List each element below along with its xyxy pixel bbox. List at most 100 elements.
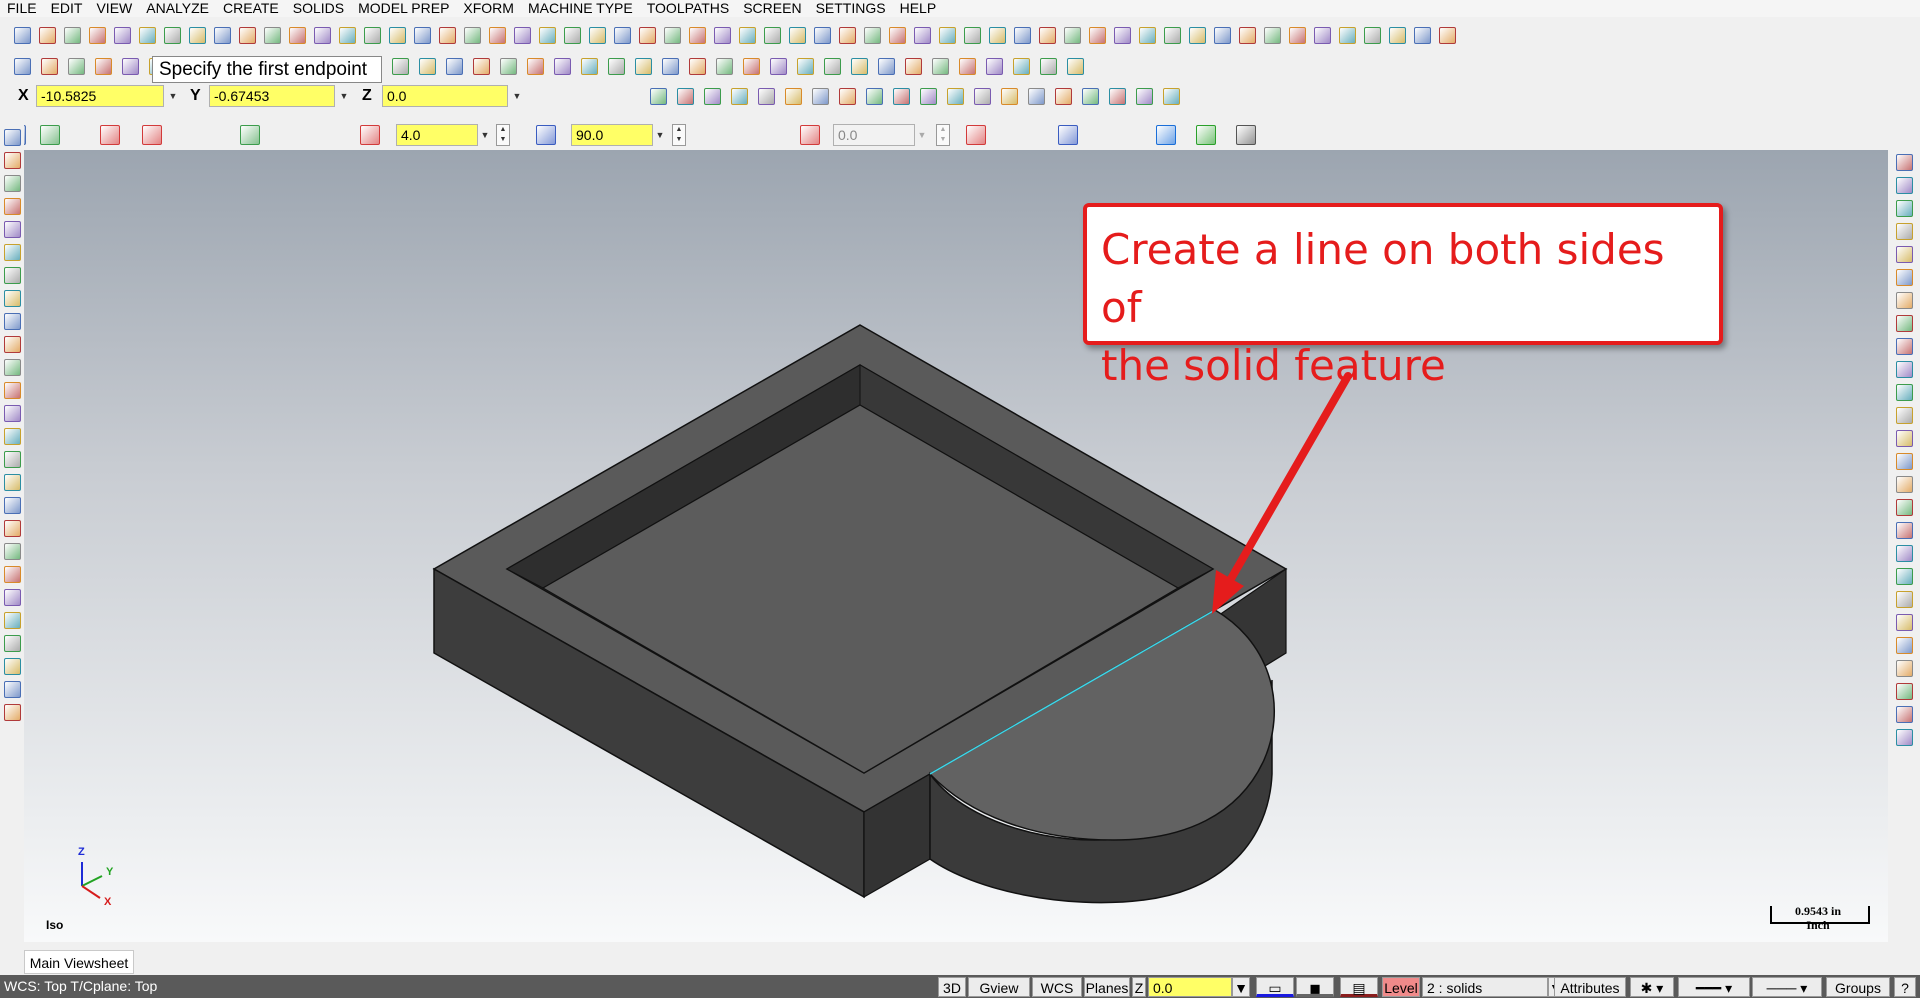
toolbar-tool-icon[interactable] bbox=[473, 58, 490, 75]
left-toolbar-icon[interactable] bbox=[4, 520, 21, 537]
menu-edit[interactable]: EDIT bbox=[44, 0, 90, 17]
toolbar-tool-icon[interactable] bbox=[122, 58, 139, 75]
ribbon-tool-icon[interactable] bbox=[40, 125, 60, 145]
toolbar-tool-icon[interactable] bbox=[716, 58, 733, 75]
length-dropdown-arrow[interactable]: ▼ bbox=[478, 124, 492, 146]
toolbar-tool-icon[interactable] bbox=[1014, 27, 1031, 44]
toolbar-tool-icon[interactable] bbox=[1089, 27, 1106, 44]
toolbar-tool-icon[interactable] bbox=[1189, 27, 1206, 44]
toolbar-tool-icon[interactable] bbox=[639, 27, 656, 44]
ribbon-tool-icon[interactable] bbox=[142, 125, 162, 145]
left-toolbar-icon[interactable] bbox=[4, 405, 21, 422]
toolbar-tool-icon[interactable] bbox=[414, 27, 431, 44]
toolbar-tool-icon[interactable] bbox=[239, 27, 256, 44]
3d-button[interactable]: 3D bbox=[938, 977, 966, 997]
toolbar-tool-icon[interactable] bbox=[812, 88, 829, 105]
right-toolbar-icon[interactable] bbox=[1896, 338, 1913, 355]
z-depth-input[interactable]: 0.0 bbox=[1148, 977, 1232, 997]
toolbar-tool-icon[interactable] bbox=[905, 58, 922, 75]
right-toolbar-icon[interactable] bbox=[1896, 407, 1913, 424]
left-toolbar-icon[interactable] bbox=[4, 566, 21, 583]
toolbar-tool-icon[interactable] bbox=[797, 58, 814, 75]
toolbar-tool-icon[interactable] bbox=[743, 58, 760, 75]
ribbon-tool-icon[interactable] bbox=[800, 125, 820, 145]
toolbar-tool-icon[interactable] bbox=[1139, 27, 1156, 44]
level-select[interactable]: 2 : solids bbox=[1422, 977, 1548, 997]
toolbar-tool-icon[interactable] bbox=[1109, 88, 1126, 105]
toolbar-tool-icon[interactable] bbox=[989, 27, 1006, 44]
toolbar-tool-icon[interactable] bbox=[608, 58, 625, 75]
angle-spinner[interactable]: ▲ ▼ bbox=[672, 124, 686, 146]
right-toolbar-icon[interactable] bbox=[1896, 315, 1913, 332]
color-swatch-button[interactable]: ▭ bbox=[1256, 977, 1294, 997]
toolbar-tool-icon[interactable] bbox=[866, 88, 883, 105]
left-toolbar-icon[interactable] bbox=[4, 704, 21, 721]
line-width-select[interactable]: ─── ▾ bbox=[1752, 977, 1822, 997]
toolbar-tool-icon[interactable] bbox=[1013, 58, 1030, 75]
toolbar-tool-icon[interactable] bbox=[964, 27, 981, 44]
toolbar-tool-icon[interactable] bbox=[589, 27, 606, 44]
right-toolbar-icon[interactable] bbox=[1896, 545, 1913, 562]
menu-model-prep[interactable]: MODEL PREP bbox=[351, 0, 456, 17]
toolbar-tool-icon[interactable] bbox=[64, 27, 81, 44]
viewsheet-tab[interactable]: Main Viewsheet bbox=[24, 950, 134, 974]
offset-spinner[interactable]: ▲ ▼ bbox=[936, 124, 950, 146]
left-toolbar-icon[interactable] bbox=[4, 497, 21, 514]
left-toolbar-icon[interactable] bbox=[4, 589, 21, 606]
y-dropdown-arrow[interactable]: ▼ bbox=[337, 85, 351, 107]
toolbar-tool-icon[interactable] bbox=[1040, 58, 1057, 75]
right-toolbar-icon[interactable] bbox=[1896, 384, 1913, 401]
toolbar-tool-icon[interactable] bbox=[1214, 27, 1231, 44]
toolbar-tool-icon[interactable] bbox=[289, 27, 306, 44]
toolbar-tool-icon[interactable] bbox=[920, 88, 937, 105]
right-toolbar-icon[interactable] bbox=[1896, 292, 1913, 309]
toolbar-tool-icon[interactable] bbox=[114, 27, 131, 44]
right-toolbar-icon[interactable] bbox=[1896, 706, 1913, 723]
right-toolbar-icon[interactable] bbox=[1896, 476, 1913, 493]
right-toolbar-icon[interactable] bbox=[1896, 683, 1913, 700]
toolbar-tool-icon[interactable] bbox=[986, 58, 1003, 75]
x-dropdown-arrow[interactable]: ▼ bbox=[166, 85, 180, 107]
toolbar-tool-icon[interactable] bbox=[614, 27, 631, 44]
right-toolbar-icon[interactable] bbox=[1896, 430, 1913, 447]
ribbon-tool-icon[interactable] bbox=[240, 125, 260, 145]
toolbar-tool-icon[interactable] bbox=[664, 27, 681, 44]
right-toolbar-icon[interactable] bbox=[1896, 154, 1913, 171]
left-toolbar-icon[interactable] bbox=[4, 451, 21, 468]
toolbar-tool-icon[interactable] bbox=[889, 27, 906, 44]
toolbar-tool-icon[interactable] bbox=[714, 27, 731, 44]
left-toolbar-icon[interactable] bbox=[4, 267, 21, 284]
left-toolbar-icon[interactable] bbox=[4, 543, 21, 560]
left-toolbar-icon[interactable] bbox=[4, 152, 21, 169]
left-toolbar-icon[interactable] bbox=[4, 428, 21, 445]
right-toolbar-icon[interactable] bbox=[1896, 269, 1913, 286]
toolbar-tool-icon[interactable] bbox=[1264, 27, 1281, 44]
toolbar-tool-icon[interactable] bbox=[1289, 27, 1306, 44]
menu-xform[interactable]: XFORM bbox=[456, 0, 521, 17]
left-toolbar-icon[interactable] bbox=[4, 221, 21, 238]
left-toolbar-icon[interactable] bbox=[4, 336, 21, 353]
toolbar-tool-icon[interactable] bbox=[689, 27, 706, 44]
left-toolbar-icon[interactable] bbox=[4, 635, 21, 652]
menu-machine-type[interactable]: MACHINE TYPE bbox=[521, 0, 640, 17]
left-toolbar-icon[interactable] bbox=[4, 175, 21, 192]
menu-create[interactable]: CREATE bbox=[216, 0, 286, 17]
toolbar-tool-icon[interactable] bbox=[731, 88, 748, 105]
right-toolbar-icon[interactable] bbox=[1896, 637, 1913, 654]
toolbar-tool-icon[interactable] bbox=[514, 27, 531, 44]
toolbar-tool-icon[interactable] bbox=[1082, 88, 1099, 105]
toolbar-tool-icon[interactable] bbox=[1055, 88, 1072, 105]
toolbar-tool-icon[interactable] bbox=[974, 88, 991, 105]
toolbar-tool-icon[interactable] bbox=[864, 27, 881, 44]
toolbar-tool-icon[interactable] bbox=[839, 88, 856, 105]
right-toolbar-icon[interactable] bbox=[1896, 453, 1913, 470]
toolbar-tool-icon[interactable] bbox=[739, 27, 756, 44]
ribbon-tool-icon[interactable] bbox=[1058, 125, 1078, 145]
right-toolbar-icon[interactable] bbox=[1896, 614, 1913, 631]
angle-input[interactable] bbox=[571, 124, 653, 146]
point-style-select[interactable]: ✱ ▾ bbox=[1630, 977, 1674, 997]
toolbar-tool-icon[interactable] bbox=[439, 27, 456, 44]
menu-toolpaths[interactable]: TOOLPATHS bbox=[640, 0, 736, 17]
left-toolbar-icon[interactable] bbox=[4, 244, 21, 261]
toolbar-tool-icon[interactable] bbox=[339, 27, 356, 44]
